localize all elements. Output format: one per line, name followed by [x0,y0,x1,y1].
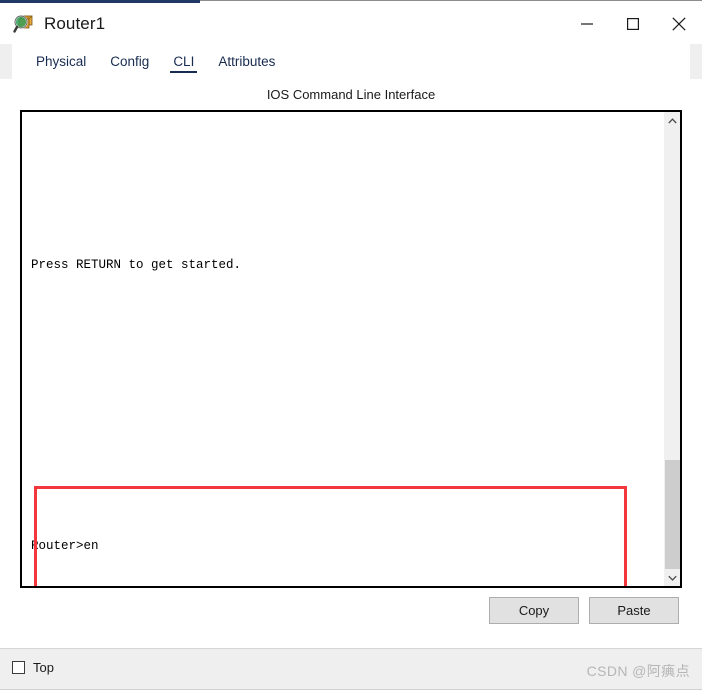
scrollbar-thumb[interactable] [665,460,680,573]
terminal-leading-blank [31,152,663,224]
router-properties-window: Router1 Physical Config CLI Attributes I… [0,0,702,690]
titlebar: Router1 [0,3,702,44]
tab-config-label: Config [110,54,150,69]
titlebar-top-border [200,0,702,1]
tab-cli-underline [170,71,198,73]
window-title: Router1 [44,13,106,33]
cli-button-row: Copy Paste [12,597,690,627]
maximize-button[interactable] [610,3,656,44]
cli-heading: IOS Command Line Interface [266,87,436,102]
terminal-line: Router>en [31,538,99,553]
terminal-banner: Press RETURN to get started. [31,257,242,272]
tab-attributes-label: Attributes [218,54,276,69]
window-controls [564,3,702,44]
close-button[interactable] [656,3,702,44]
cli-panel: IOS Command Line Interface Press RETURN … [12,79,690,648]
tab-cli[interactable]: CLI [161,44,206,79]
tab-physical-label: Physical [36,54,87,69]
chevron-down-icon[interactable] [664,569,680,586]
terminal-frame: Press RETURN to get started. Router>en R… [20,110,682,588]
top-checkbox[interactable] [12,661,25,674]
top-checkbox-row[interactable]: Top [12,660,54,675]
minimize-button[interactable] [564,3,610,44]
footer: Top CSDN @阿痶点 [0,648,702,690]
top-checkbox-label: Top [33,660,54,675]
terminal-blank-gap [31,305,663,505]
watermark: CSDN @阿痶点 [586,663,690,679]
tabstrip: Physical Config CLI Attributes [12,44,690,79]
tab-cli-label: CLI [173,54,195,69]
tab-physical[interactable]: Physical [24,44,98,79]
chevron-up-icon[interactable] [664,112,680,129]
terminal-scrollbar[interactable] [663,112,680,586]
copy-button[interactable]: Copy [489,597,579,624]
packet-tracer-icon [13,13,35,35]
tab-config[interactable]: Config [98,44,161,79]
terminal-output[interactable]: Press RETURN to get started. Router>en R… [22,112,663,586]
paste-button[interactable]: Paste [589,597,679,624]
tab-attributes[interactable]: Attributes [206,44,287,79]
